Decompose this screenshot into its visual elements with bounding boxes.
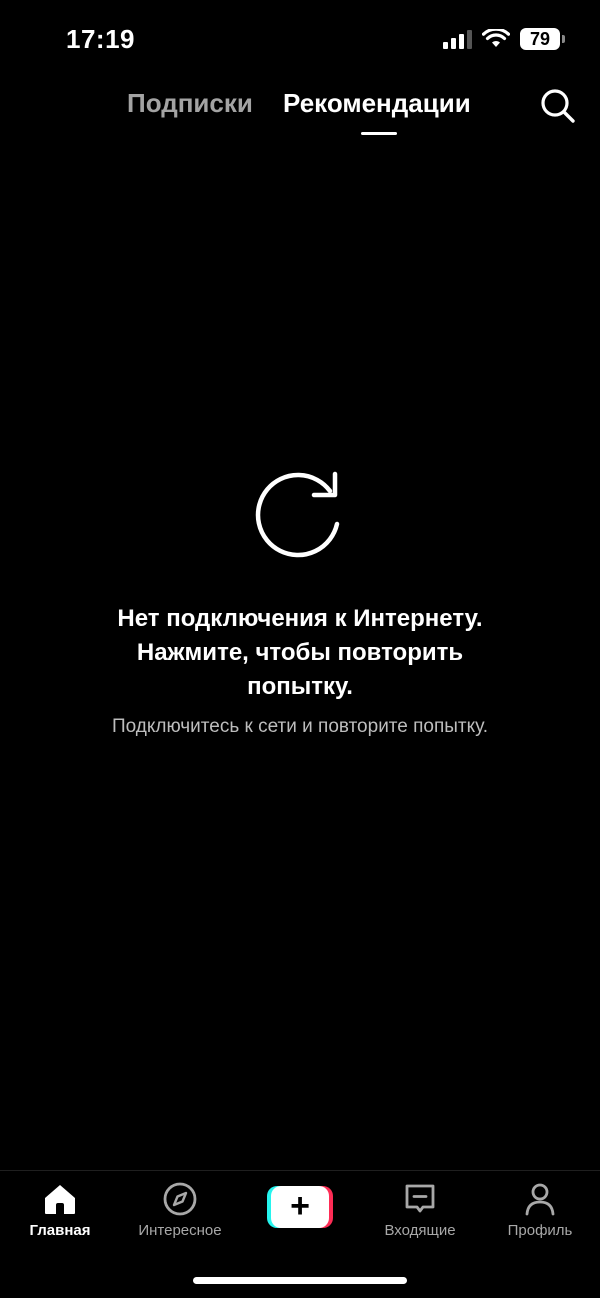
refresh-icon[interactable] <box>252 466 348 562</box>
compass-icon <box>163 1182 197 1216</box>
no-connection-message[interactable]: Нет подключения к Интернету. Нажмите, чт… <box>0 466 600 738</box>
home-icon <box>45 1185 75 1214</box>
error-subtitle: Подключитесь к сети и повторите попытку. <box>111 716 489 737</box>
status-indicators: 79 <box>443 28 565 50</box>
nav-inbox[interactable]: Входящие <box>360 1181 480 1239</box>
nav-inbox-label: Входящие <box>384 1222 456 1239</box>
home-indicator[interactable] <box>193 1277 407 1284</box>
create-button-face: + <box>271 1186 329 1228</box>
cellular-signal-icon <box>443 29 472 49</box>
nav-profile[interactable]: Профиль <box>480 1181 600 1239</box>
battery-level: 79 <box>529 28 551 49</box>
plus-icon: + <box>290 1187 310 1225</box>
inbox-icon <box>405 1184 435 1213</box>
error-title: Нет подключения к Интернету. Нажмите, чт… <box>117 605 483 700</box>
nav-home[interactable]: Главная <box>0 1181 120 1239</box>
status-bar: 17:19 79 <box>0 0 600 80</box>
wifi-icon <box>482 29 510 47</box>
nav-home-label: Главная <box>29 1222 91 1239</box>
search-icon[interactable] <box>538 86 578 126</box>
profile-icon <box>525 1183 555 1216</box>
tab-for-you[interactable]: Рекомендации <box>283 88 471 119</box>
battery-icon: 79 <box>520 28 565 50</box>
status-time: 17:19 <box>66 24 135 54</box>
nav-discover-label: Интересное <box>138 1222 222 1239</box>
active-tab-indicator <box>361 132 397 135</box>
feed-tabs: Подписки Рекомендации <box>0 88 600 138</box>
nav-profile-label: Профиль <box>507 1222 573 1239</box>
create-button[interactable]: + <box>267 1186 333 1228</box>
nav-discover[interactable]: Интересное <box>120 1181 240 1239</box>
tab-following[interactable]: Подписки <box>127 88 253 119</box>
